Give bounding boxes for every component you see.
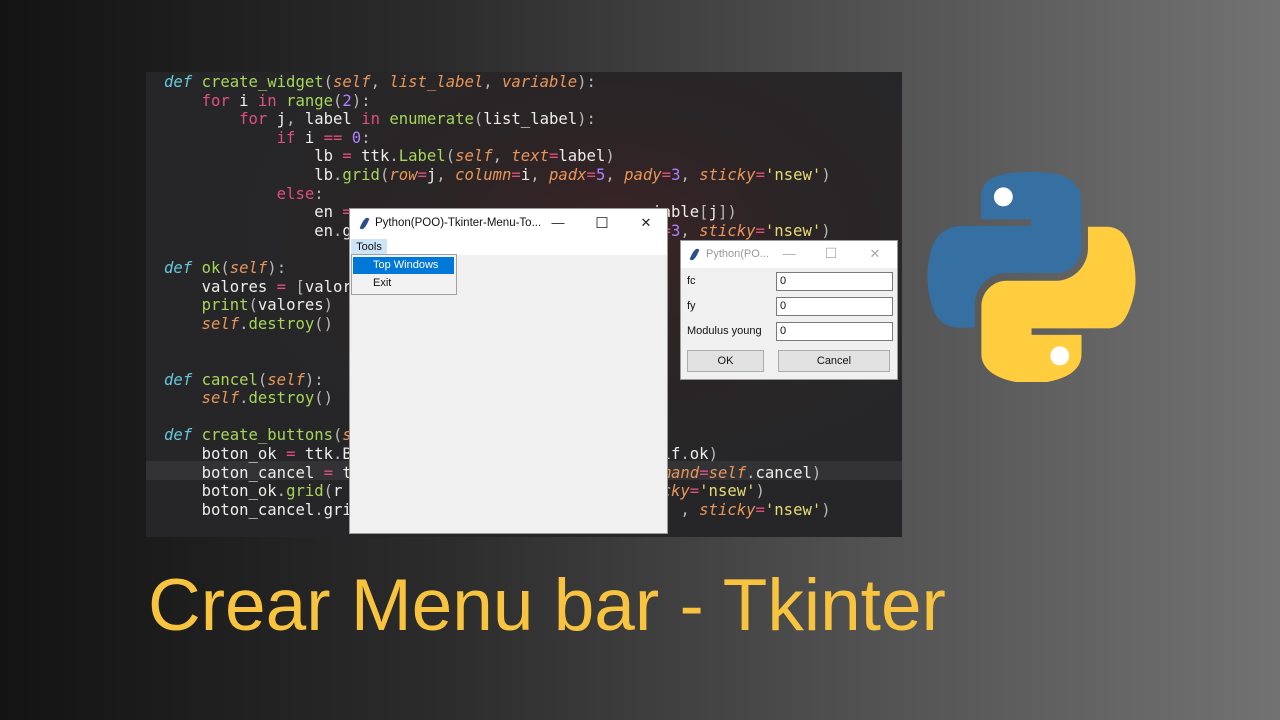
label-fy: fy bbox=[687, 300, 696, 312]
dialog-close-button[interactable]: ✕ bbox=[865, 246, 885, 262]
label-modulus-young: Modulus young bbox=[687, 325, 762, 337]
main-window: Python(POO)-Tkinter-Menu-To... — ☐ ✕ Too… bbox=[349, 208, 668, 534]
dialog-maximize-button[interactable]: ☐ bbox=[821, 245, 841, 262]
entry-fc[interactable]: 0 bbox=[776, 272, 893, 291]
code-line: self.destroy() bbox=[201, 389, 334, 408]
python-logo-eye-top bbox=[993, 187, 1013, 207]
label-fc: fc bbox=[687, 275, 696, 287]
menu-item-top-windows[interactable]: Top Windows bbox=[353, 257, 454, 274]
menu-tools[interactable]: Tools bbox=[351, 239, 387, 255]
main-window-title: Python(POO)-Tkinter-Menu-To... bbox=[375, 217, 542, 229]
entry-fy[interactable]: 0 bbox=[776, 297, 893, 316]
python-logo-eye-bottom bbox=[1050, 346, 1070, 366]
code-line: if i == 0: bbox=[276, 128, 371, 147]
tk-feather-icon bbox=[689, 247, 700, 262]
dialog-minimize-button[interactable]: — bbox=[779, 246, 799, 261]
entry-modulus-young[interactable]: 0 bbox=[776, 322, 893, 341]
ok-button[interactable]: OK bbox=[687, 350, 764, 372]
dialog-window: Python(PO... — ☐ ✕ fc 0 fy 0 Modulus you… bbox=[680, 240, 898, 380]
video-title: Crear Menu bar - Tkinter bbox=[148, 565, 946, 646]
code-line: for j, label in enumerate(list_label): bbox=[239, 110, 596, 129]
menu-bar: Tools bbox=[350, 238, 667, 255]
menu-item-exit[interactable]: Exit bbox=[353, 275, 454, 292]
dialog-titlebar[interactable]: Python(PO... — ☐ ✕ bbox=[681, 241, 897, 268]
tk-feather-icon bbox=[359, 216, 370, 231]
code-line: print(valores) bbox=[201, 296, 334, 315]
code-line: lb = ttk.Label(self, text=label) bbox=[314, 147, 615, 166]
cancel-button[interactable]: Cancel bbox=[778, 350, 890, 372]
main-window-titlebar[interactable]: Python(POO)-Tkinter-Menu-To... — ☐ ✕ bbox=[350, 209, 667, 238]
code-line: for i in range(2): bbox=[201, 91, 371, 110]
code-line: def create_widget(self, list_label, vari… bbox=[164, 73, 596, 91]
code-line: def ok(self): bbox=[164, 259, 287, 277]
code-line: def create_buttons(s bbox=[164, 426, 352, 445]
minimize-button[interactable]: — bbox=[548, 215, 568, 230]
close-button[interactable]: ✕ bbox=[636, 215, 656, 231]
code-line: lb.grid(row=j, column=i, padx=5, pady=3,… bbox=[314, 166, 831, 184]
code-line: else: bbox=[276, 184, 324, 203]
maximize-button[interactable]: ☐ bbox=[592, 214, 612, 232]
python-logo-icon bbox=[927, 171, 1136, 382]
code-line: def cancel(self): bbox=[164, 370, 324, 389]
dialog-title: Python(PO... bbox=[706, 248, 769, 260]
code-line: self.destroy() bbox=[201, 314, 334, 333]
code-line: valores = [valor bbox=[201, 277, 352, 296]
tools-dropdown-menu: Top Windows Exit bbox=[351, 254, 457, 295]
